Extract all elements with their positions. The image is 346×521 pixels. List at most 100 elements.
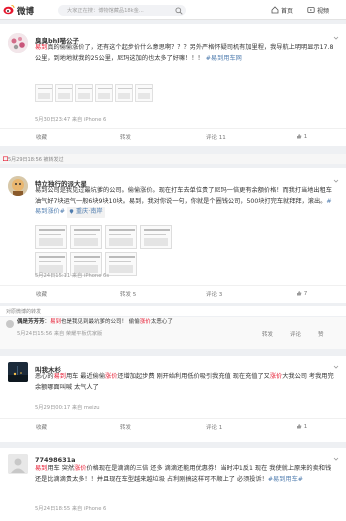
post-image-thumb[interactable]	[75, 84, 93, 102]
weibo-logo-icon	[3, 5, 15, 15]
like-count: 7	[303, 291, 308, 297]
weibo-logo[interactable]: 微博	[3, 4, 47, 17]
post-card: 77498631a 易到用车 突然涨价价格现在是滴滴的三倍 还多 滴滴还能用优惠…	[0, 448, 346, 521]
repost-button[interactable]: 转发	[120, 133, 131, 141]
like-button[interactable]: 赞	[318, 330, 324, 338]
post-actions: 收藏 转发 评论 1 1	[0, 418, 346, 434]
chevron-down-icon[interactable]	[333, 35, 339, 41]
keyword-highlight[interactable]: 易到	[35, 465, 47, 472]
reposted-notice: 5月29日18:56 被转发过	[0, 154, 346, 164]
thumbs-up-icon	[297, 291, 302, 296]
nav-video-label: 视频	[317, 8, 330, 15]
keyword-highlight[interactable]: 易到	[35, 44, 47, 51]
repost-text-part: 也是我见到最坑爹的公司！ 偷偷	[61, 319, 140, 325]
post-text-body: 易到公司是我见过最坑爹的公司。偷偷涨价。现在打车去单位贵了尼玛一倍更有余额价格！…	[35, 187, 332, 205]
search-icon[interactable]	[175, 7, 183, 15]
post-text-body: 恶心的	[35, 373, 54, 380]
keyword-highlight[interactable]: 涨价	[270, 373, 282, 380]
video-icon	[307, 7, 315, 13]
post-actions: 收藏 转发 评论 11 1	[0, 128, 346, 144]
avatar-image	[8, 176, 28, 196]
image-grid	[35, 84, 185, 102]
post-image-thumb[interactable]	[115, 84, 133, 102]
avatar[interactable]	[8, 33, 28, 53]
post-card: 叫我木杉 恶心的易到用车 最近偷偷涨价还增加起步费 刚开始利用低价吸引我充值 现…	[0, 356, 346, 442]
keyword-highlight[interactable]: 涨价	[105, 373, 117, 380]
comment-button[interactable]: 评论 1	[206, 423, 222, 431]
location-label: 重庆·南岸	[75, 208, 103, 215]
keyword-highlight[interactable]: 易到	[50, 319, 61, 325]
post-text-body: 用车 突然	[47, 465, 75, 472]
post-text-body: 真的偷偷涨价了，还有这个起步价什么意思啊？？？另外严格怀疑司机有加里程，我导航上…	[35, 44, 334, 62]
like-count: 1	[303, 134, 308, 140]
post-image-thumb[interactable]	[140, 225, 172, 249]
post-image-thumb[interactable]	[35, 225, 67, 249]
like-count: 1	[303, 424, 308, 430]
avatar-image	[8, 362, 28, 382]
search-input[interactable]: 大家正在搜：博物馆藏品18k金...	[67, 7, 144, 14]
repost-button[interactable]: 转发	[262, 330, 273, 338]
repost-button[interactable]: 转发	[120, 423, 131, 431]
chevron-down-icon[interactable]	[333, 364, 339, 370]
post-text: 恶心的易到用车 最近偷偷涨价还增加起步费 刚开始利用低价吸引我充值 现在充值了又…	[35, 372, 337, 393]
nav-home[interactable]: 首页	[271, 5, 301, 16]
home-icon	[271, 6, 279, 14]
post-image-thumb[interactable]	[105, 225, 137, 249]
post-text: 易到用车 突然涨价价格现在是滴滴的三倍 还多 滴滴还能用优惠券！当时冲1反1 现…	[35, 464, 337, 485]
post-meta: 5月24日15:11 来自 iPhone 6s	[35, 273, 110, 279]
keyword-highlight[interactable]: 涨价	[140, 319, 151, 325]
repost-meta: 5月24日15:56 来自 荣耀平板优家版	[17, 331, 103, 337]
hashtag-link[interactable]: #易到用车#	[268, 476, 303, 483]
favorite-button[interactable]: 收藏	[36, 423, 47, 431]
favorite-button[interactable]: 收藏	[36, 133, 47, 141]
post-text: 易到公司是我见过最坑爹的公司。偷偷涨价。现在打车去单位贵了尼玛一倍更有余额价格！…	[35, 186, 337, 218]
repost-section-title: 对原微博的转发	[6, 309, 42, 315]
keyword-highlight[interactable]: 易到	[54, 373, 66, 380]
post-card: 臭臭bhl喵公子 易到真的偷偷涨价了，还有这个起步价什么意思啊？？？另外严格怀疑…	[0, 24, 346, 146]
logo-text: 微博	[17, 7, 35, 17]
favorite-button[interactable]: 收藏	[36, 290, 47, 298]
chevron-down-icon[interactable]	[333, 456, 339, 462]
like-button[interactable]: 1	[296, 423, 307, 430]
repost-button[interactable]: 转发 5	[120, 290, 136, 298]
post-text-body: 还增加起步费 刚开始利用低价吸引我充值 现在充值了又	[117, 373, 270, 380]
post-text: 易到真的偷偷涨价了，还有这个起步价什么意思啊？？？另外严格怀疑司机有加里程，我导…	[35, 43, 337, 64]
nav-home-label: 首页	[281, 8, 294, 15]
post-image-thumb[interactable]	[105, 252, 137, 276]
location-tag[interactable]: 重庆·南岸	[66, 207, 105, 218]
repost-author[interactable]: 偶是芳芳芳	[17, 319, 45, 325]
post-image-thumb[interactable]	[55, 84, 73, 102]
reposted-notice-text: 5月29日18:56 被转发过	[8, 157, 64, 163]
image-grid	[35, 225, 215, 277]
avatar[interactable]	[8, 176, 28, 196]
post-image-thumb[interactable]	[35, 84, 53, 102]
repost-text: 偶是芳芳芳：易到也是我见到最坑爹的公司！ 偷偷涨价太恶心了	[17, 318, 337, 327]
post-text-body: 用车 最近偷偷	[65, 373, 106, 380]
post-username[interactable]: 77498631a	[35, 456, 76, 464]
post-image-thumb[interactable]	[70, 225, 102, 249]
nav-video[interactable]: 视频	[307, 5, 337, 16]
location-pin-icon	[69, 209, 74, 214]
post-meta: 5月30日23:47 来自 iPhone 6	[35, 117, 107, 123]
comment-button[interactable]: 评论	[290, 330, 301, 338]
top-navigation-bar: 微博 大家正在搜：博物馆藏品18k金... 首页 视频	[0, 0, 346, 20]
search-box[interactable]: 大家正在搜：博物馆藏品18k金...	[58, 5, 186, 16]
comment-button[interactable]: 评论 3	[206, 290, 222, 298]
post-card: 特立独行的派大星 易到公司是我见过最坑爹的公司。偷偷涨价。现在打车去单位贵了尼玛…	[0, 168, 346, 303]
post-meta: 5月24日18:55 来自 iPhone 6	[35, 506, 107, 512]
thumbs-up-icon	[297, 424, 302, 429]
post-image-thumb[interactable]	[135, 84, 153, 102]
repost-text-part: 太恶心了	[150, 319, 173, 325]
keyword-highlight[interactable]: 涨价	[74, 465, 86, 472]
post-image-thumb[interactable]	[95, 84, 113, 102]
avatar[interactable]	[8, 362, 28, 382]
like-button[interactable]: 7	[296, 290, 307, 297]
repost-section-header: 对原微博的转发	[0, 306, 346, 316]
hashtag-link[interactable]: #易到用车网	[206, 55, 242, 62]
avatar[interactable]	[6, 320, 14, 328]
avatar[interactable]	[8, 454, 28, 474]
like-button[interactable]: 1	[296, 133, 307, 140]
comment-button[interactable]: 评论 11	[206, 133, 226, 141]
chevron-down-icon[interactable]	[333, 178, 339, 184]
repost-item: 偶是芳芳芳：易到也是我见到最坑爹的公司！ 偷偷涨价太恶心了 5月24日15:56…	[0, 317, 346, 349]
